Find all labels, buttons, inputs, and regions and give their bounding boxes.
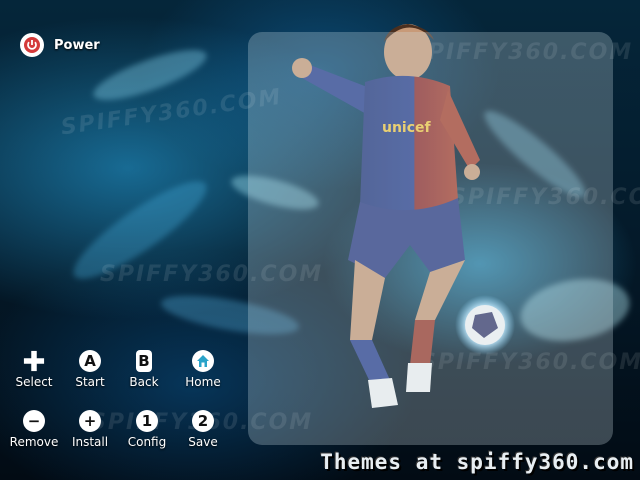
power-label: Power xyxy=(54,37,100,53)
start-button[interactable]: A Start xyxy=(60,350,120,389)
install-button[interactable]: + Install xyxy=(60,410,120,449)
two-button-icon: 2 xyxy=(192,410,214,432)
theme-credit: Themes at spiffy360.com xyxy=(320,450,634,474)
remove-button[interactable]: − Remove xyxy=(4,410,64,449)
content-panel xyxy=(248,32,613,445)
config-button[interactable]: 1 Config xyxy=(117,410,177,449)
install-label: Install xyxy=(71,435,109,449)
home-icon xyxy=(192,350,214,372)
power-button[interactable]: Power xyxy=(20,33,100,57)
start-label: Start xyxy=(75,375,105,389)
minus-icon: − xyxy=(23,410,45,432)
b-button-icon: B xyxy=(136,350,152,372)
plus-icon xyxy=(23,350,45,372)
save-button[interactable]: 2 Save xyxy=(173,410,233,449)
plus-circle-icon: + xyxy=(79,410,101,432)
remove-label: Remove xyxy=(9,435,59,449)
back-button[interactable]: B Back xyxy=(114,350,174,389)
power-icon xyxy=(20,33,44,57)
home-label: Home xyxy=(185,375,221,389)
a-button-icon: A xyxy=(79,350,101,372)
home-button[interactable]: Home xyxy=(173,350,233,389)
select-label: Select xyxy=(15,375,53,389)
select-button[interactable]: Select xyxy=(4,350,64,389)
one-button-icon: 1 xyxy=(136,410,158,432)
config-label: Config xyxy=(127,435,167,449)
save-label: Save xyxy=(188,435,218,449)
back-label: Back xyxy=(129,375,159,389)
